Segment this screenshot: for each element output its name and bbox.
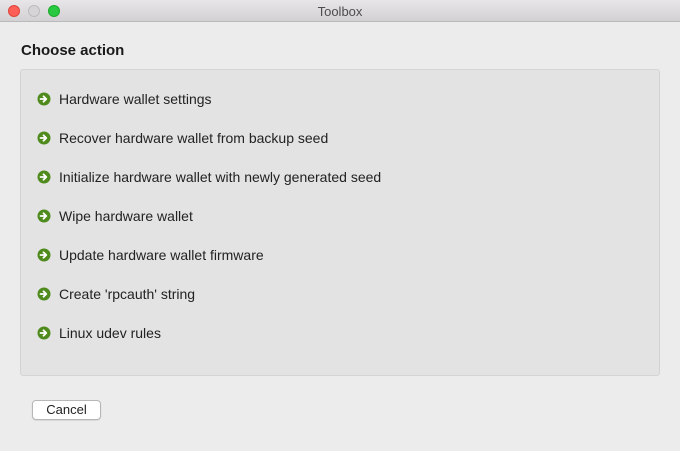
arrow-right-circle-icon — [37, 131, 51, 145]
arrow-right-circle-icon — [37, 170, 51, 184]
arrow-right-circle-icon — [37, 287, 51, 301]
toolbox-window: Toolbox Choose action Hardware wallet se… — [0, 0, 680, 451]
action-label: Create 'rpcauth' string — [59, 286, 196, 302]
window-title: Toolbox — [317, 4, 363, 19]
action-recover-from-seed[interactable]: Recover hardware wallet from backup seed — [37, 127, 328, 149]
action-label: Initialize hardware wallet with newly ge… — [59, 169, 382, 185]
action-label: Update hardware wallet firmware — [59, 247, 264, 263]
arrow-right-circle-icon — [37, 248, 51, 262]
arrow-right-circle-icon — [37, 326, 51, 340]
action-wipe-wallet[interactable]: Wipe hardware wallet — [37, 205, 193, 227]
action-label: Recover hardware wallet from backup seed — [59, 130, 329, 146]
action-update-firmware[interactable]: Update hardware wallet firmware — [37, 244, 264, 266]
cancel-button[interactable]: Cancel — [32, 400, 101, 420]
title-bar[interactable]: Toolbox — [0, 0, 680, 22]
action-hardware-wallet-settings[interactable]: Hardware wallet settings — [37, 88, 212, 110]
action-create-rpcauth[interactable]: Create 'rpcauth' string — [37, 283, 195, 305]
action-label: Linux udev rules — [59, 325, 161, 341]
action-label: Hardware wallet settings — [59, 91, 212, 107]
action-list: Hardware wallet settings Recover hardwar… — [20, 69, 660, 376]
action-linux-udev-rules[interactable]: Linux udev rules — [37, 322, 161, 344]
arrow-right-circle-icon — [37, 92, 51, 106]
arrow-right-circle-icon — [37, 209, 51, 223]
action-initialize-new-seed[interactable]: Initialize hardware wallet with newly ge… — [37, 166, 381, 188]
page-title: Choose action — [21, 42, 125, 59]
action-label: Wipe hardware wallet — [59, 208, 193, 224]
